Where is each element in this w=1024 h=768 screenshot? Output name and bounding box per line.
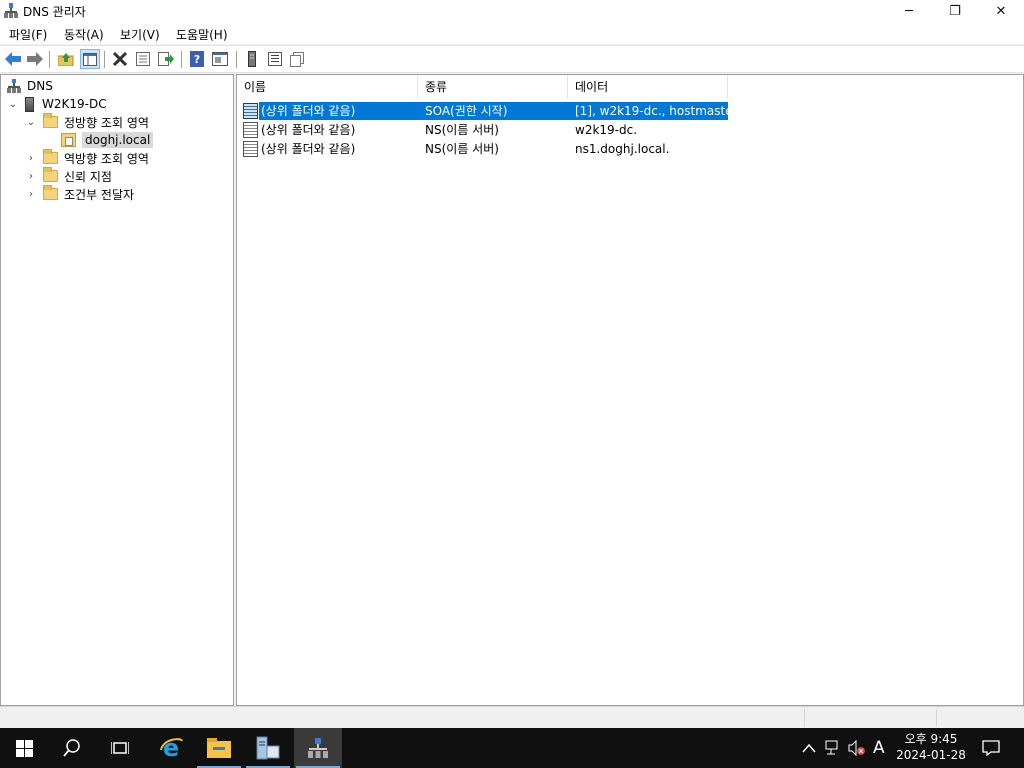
copy-icon[interactable]	[288, 50, 306, 68]
menu-help[interactable]: 도움말(H)	[176, 26, 228, 43]
row-name: (상위 폴더와 같음)	[259, 102, 417, 120]
server-icon[interactable]	[243, 50, 261, 68]
row-type: NS(이름 서버)	[425, 142, 499, 156]
volume-muted-icon[interactable]	[848, 728, 866, 768]
up-level-icon[interactable]	[57, 50, 75, 68]
notifications-icon[interactable]	[982, 728, 1000, 768]
row-data: [1], w2k19-dc., hostmaster.	[571, 102, 740, 120]
status-segment	[936, 709, 1022, 727]
tree-label: 역방향 조회 영역	[64, 151, 149, 166]
folder-icon	[43, 149, 58, 164]
toolbar-separator	[236, 51, 237, 68]
chevron-down-icon[interactable]: ⌄	[25, 117, 37, 128]
toolbar-separator	[104, 51, 105, 68]
row-name: (상위 폴더와 같음)	[261, 142, 356, 156]
menu-bar: 파일(F) 동작(A) 보기(V) 도움말(H)	[0, 22, 1024, 44]
tree-node-server[interactable]: ⌄ W2K19-DC	[7, 95, 107, 113]
results-pane: 이름 종류 데이터 (상위 폴더와 같음) SOA(권한 시작) [1], w2…	[236, 74, 1024, 706]
internet-explorer-icon[interactable]: e	[147, 728, 195, 768]
clock-date: 2024-01-28	[896, 748, 966, 762]
toolbar-separator	[49, 51, 50, 68]
record-icon	[243, 122, 258, 138]
toolbar-separator	[181, 51, 182, 68]
tree-node-conditional-forwarders[interactable]: › 조건부 전달자	[25, 185, 134, 203]
network-icon[interactable]	[825, 728, 841, 768]
tree-label: doghj.local	[82, 132, 154, 148]
search-icon[interactable]	[48, 728, 96, 768]
folder-icon	[43, 167, 58, 182]
clock[interactable]: 오후 9:45 2024-01-28	[892, 731, 970, 763]
title-bar: DNS 관리자 ─ ❐ ✕	[0, 0, 1024, 22]
row-type: SOA(권한 시작)	[417, 102, 571, 120]
file-explorer-icon[interactable]	[195, 728, 243, 768]
chevron-right-icon[interactable]: ›	[25, 171, 37, 182]
list-header: 이름 종류 데이터	[237, 75, 1023, 99]
row-type: NS(이름 서버)	[425, 123, 499, 137]
dns-manager-icon[interactable]	[294, 728, 342, 768]
show-hidden-icons-icon[interactable]	[802, 728, 816, 768]
tree-label: DNS	[27, 79, 53, 93]
tree-node-zone[interactable]: doghj.local	[61, 131, 154, 149]
record-icon	[243, 103, 258, 119]
menu-file[interactable]: 파일(F)	[9, 26, 47, 43]
taskbar: e A 오후 9:45 2024-01-28	[0, 728, 1024, 768]
window-title: DNS 관리자	[23, 5, 86, 19]
restore-button[interactable]: ❐	[932, 0, 978, 22]
folder-icon	[43, 113, 58, 128]
chevron-right-icon[interactable]: ›	[25, 153, 37, 164]
tree-node-trust-points[interactable]: › 신뢰 지점	[25, 167, 112, 185]
delete-icon[interactable]	[111, 50, 129, 68]
zone-icon	[61, 133, 76, 147]
tree-label: W2K19-DC	[42, 97, 107, 111]
chevron-down-icon[interactable]: ⌄	[7, 99, 19, 110]
clock-time: 오후 9:45	[904, 732, 958, 746]
ime-indicator[interactable]: A	[873, 728, 885, 768]
row-data: w2k19-dc.	[575, 123, 638, 137]
column-header-type[interactable]: 종류	[418, 75, 568, 99]
status-segment	[804, 709, 936, 727]
tree-label: 조건부 전달자	[64, 187, 135, 202]
tree-label: 신뢰 지점	[64, 169, 112, 184]
forward-icon[interactable]	[26, 50, 44, 68]
task-view-icon[interactable]	[96, 728, 144, 768]
menu-view[interactable]: 보기(V)	[120, 26, 160, 43]
close-button[interactable]: ✕	[978, 0, 1024, 22]
chevron-right-icon[interactable]: ›	[25, 189, 37, 200]
row-name: (상위 폴더와 같음)	[261, 123, 356, 137]
tree-node-reverse-zones[interactable]: › 역방향 조회 영역	[25, 149, 149, 167]
folder-icon	[43, 185, 58, 200]
help-icon[interactable]: ?	[188, 50, 206, 68]
server-icon	[25, 96, 34, 112]
row-data: ns1.doghj.local.	[575, 142, 670, 156]
list-icon[interactable]	[266, 50, 284, 68]
back-icon[interactable]	[4, 50, 22, 68]
tree-node-forward-zones[interactable]: ⌄ 정방향 조회 영역	[25, 113, 149, 131]
dns-app-icon	[4, 3, 18, 18]
menu-action[interactable]: 동작(A)	[64, 26, 104, 43]
show-hide-tree-icon[interactable]	[80, 49, 100, 69]
export-list-icon[interactable]	[157, 50, 175, 68]
column-header-data[interactable]: 데이터	[568, 75, 728, 99]
toolbar: ?	[0, 45, 1024, 73]
start-icon[interactable]	[0, 728, 48, 768]
column-header-name[interactable]: 이름	[237, 75, 418, 99]
console-tree: DNS ⌄ W2K19-DC ⌄ 정방향 조회 영역 doghj.local ›…	[0, 74, 234, 706]
status-bar	[0, 706, 1024, 728]
mmc-icon[interactable]	[211, 50, 229, 68]
server-manager-icon[interactable]	[244, 728, 292, 768]
record-icon	[243, 141, 258, 157]
svg-text:?: ?	[194, 53, 200, 66]
properties-icon[interactable]	[134, 50, 152, 68]
minimize-button[interactable]: ─	[886, 0, 932, 22]
tree-label: 정방향 조회 영역	[64, 115, 149, 130]
tree-node-dns[interactable]: DNS	[7, 77, 53, 95]
dns-icon	[7, 79, 21, 93]
